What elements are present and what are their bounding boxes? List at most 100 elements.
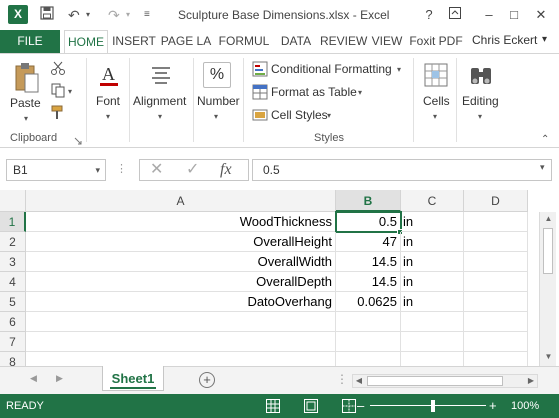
formula-input[interactable]: 0.5 [252, 159, 552, 181]
row-header-8[interactable]: 8 [0, 352, 26, 366]
zoom-slider-track[interactable] [370, 405, 486, 406]
tab-file[interactable]: FILE [0, 30, 60, 53]
close-button[interactable]: ✕ [530, 5, 552, 25]
cell-a1[interactable]: WoodThickness [26, 212, 336, 232]
cell-c3[interactable]: in [401, 252, 464, 272]
cell-a7[interactable] [26, 332, 336, 352]
row-header-7[interactable]: 7 [0, 332, 26, 352]
row-header-1[interactable]: 1 [0, 212, 26, 232]
copy-icon[interactable] [50, 82, 66, 98]
save-icon[interactable] [40, 6, 54, 24]
cell-d7[interactable] [464, 332, 528, 352]
zoom-slider-thumb[interactable] [431, 400, 435, 412]
horizontal-scroll-thumb[interactable] [367, 376, 503, 386]
cell-a6[interactable] [26, 312, 336, 332]
redo-dropdown-icon[interactable]: ▾ [126, 6, 130, 24]
scroll-right-icon[interactable]: ▶ [525, 376, 537, 385]
user-dropdown-icon[interactable]: ▾ [542, 30, 547, 50]
page-break-preview-icon[interactable] [342, 399, 356, 413]
minimize-button[interactable]: – [478, 5, 500, 25]
undo-dropdown-icon[interactable]: ▾ [86, 6, 90, 24]
collapse-ribbon-icon[interactable]: ⌃ [541, 134, 549, 145]
tab-data[interactable]: DATA [276, 30, 316, 53]
select-all-button[interactable] [0, 190, 26, 212]
scroll-left-icon[interactable]: ◀ [353, 376, 365, 385]
column-header-a[interactable]: A [26, 190, 336, 212]
cell-d6[interactable] [464, 312, 528, 332]
row-header-6[interactable]: 6 [0, 312, 26, 332]
normal-view-icon[interactable] [266, 399, 280, 413]
cell-c8[interactable] [401, 352, 464, 366]
cell-b7[interactable] [336, 332, 401, 352]
cancel-icon[interactable]: ✕ [150, 160, 163, 180]
horizontal-scrollbar[interactable]: ◀ ▶ [352, 374, 538, 388]
cell-c7[interactable] [401, 332, 464, 352]
user-account[interactable]: Chris Eckert [472, 30, 537, 50]
cell-a8[interactable] [26, 352, 336, 366]
cell-c1[interactable]: in [401, 212, 464, 232]
cell-d5[interactable] [464, 292, 528, 312]
copy-dropdown-icon[interactable]: ▾ [68, 87, 72, 96]
tab-page-layout[interactable]: PAGE LA [160, 30, 212, 53]
maximize-button[interactable]: □ [503, 5, 525, 25]
cell-a2[interactable]: OverallHeight [26, 232, 336, 252]
vertical-scrollbar[interactable]: ▲ ▼ [539, 212, 556, 366]
scroll-down-icon[interactable]: ▼ [540, 352, 557, 361]
cell-c2[interactable]: in [401, 232, 464, 252]
cell-c5[interactable]: in [401, 292, 464, 312]
expand-formula-bar-icon[interactable]: ▾ [540, 162, 545, 173]
row-header-4[interactable]: 4 [0, 272, 26, 292]
cell-b4[interactable]: 14.5 [336, 272, 401, 292]
cell-b5[interactable]: 0.0625 [336, 292, 401, 312]
column-header-c[interactable]: C [401, 190, 464, 212]
clipboard-launcher-icon[interactable] [74, 134, 84, 145]
row-header-5[interactable]: 5 [0, 292, 26, 312]
cell-d8[interactable] [464, 352, 528, 366]
cell-c4[interactable]: in [401, 272, 464, 292]
zoom-level[interactable]: 100% [511, 394, 539, 418]
cell-b2[interactable]: 47 [336, 232, 401, 252]
cell-a3[interactable]: OverallWidth [26, 252, 336, 272]
cell-d1[interactable] [464, 212, 528, 232]
name-box-dropdown-icon[interactable]: ▾ [95, 160, 100, 180]
ribbon-display-options-icon[interactable] [444, 5, 466, 25]
new-sheet-icon[interactable]: + [199, 372, 215, 388]
enter-icon[interactable]: ✓ [186, 160, 199, 180]
zoom-in-button[interactable]: + [489, 394, 497, 418]
cell-b8[interactable] [336, 352, 401, 366]
vertical-scroll-thumb[interactable] [543, 228, 553, 274]
tab-view[interactable]: VIEW [370, 30, 404, 53]
tab-formulas[interactable]: FORMUL [216, 30, 272, 53]
column-header-b[interactable]: B [336, 190, 401, 212]
name-box[interactable]: B1 ▾ [6, 159, 106, 181]
tab-review[interactable]: REVIEW [320, 30, 367, 53]
cell-c6[interactable] [401, 312, 464, 332]
cell-b1[interactable]: 0.5 [335, 211, 402, 233]
tab-home[interactable]: HOME [64, 30, 108, 54]
tab-insert[interactable]: INSERT [110, 30, 158, 53]
customize-qat-icon[interactable]: ≡ [144, 6, 150, 24]
cell-b6[interactable] [336, 312, 401, 332]
scroll-up-icon[interactable]: ▲ [540, 214, 557, 223]
tab-split-grip-icon[interactable]: ⋮ [336, 372, 348, 386]
redo-icon[interactable]: ↷ [108, 6, 120, 24]
cell-b3[interactable]: 14.5 [336, 252, 401, 272]
undo-icon[interactable]: ↶ [68, 6, 80, 24]
cell-d4[interactable] [464, 272, 528, 292]
page-layout-view-icon[interactable] [304, 399, 318, 413]
next-sheet-icon[interactable]: ▶ [56, 373, 63, 384]
column-header-d[interactable]: D [464, 190, 528, 212]
cell-a5[interactable]: DatoOverhang [26, 292, 336, 312]
previous-sheet-icon[interactable]: ◀ [30, 373, 37, 384]
zoom-out-button[interactable]: – [357, 394, 364, 418]
row-header-2[interactable]: 2 [0, 232, 26, 252]
row-header-3[interactable]: 3 [0, 252, 26, 272]
cell-d2[interactable] [464, 232, 528, 252]
tab-foxit-pdf[interactable]: Foxit PDF [408, 30, 464, 53]
cell-a4[interactable]: OverallDepth [26, 272, 336, 292]
cut-icon[interactable] [50, 60, 66, 76]
help-button[interactable]: ? [418, 5, 440, 25]
insert-function-icon[interactable]: fx [220, 160, 232, 180]
format-painter-icon[interactable] [50, 104, 66, 120]
cell-d3[interactable] [464, 252, 528, 272]
